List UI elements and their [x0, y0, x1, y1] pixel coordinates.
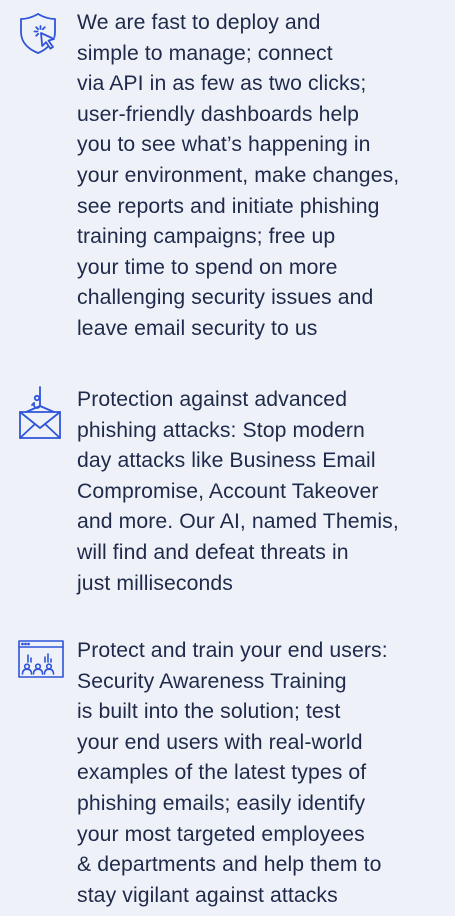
feature-line: stay vigilant against attacks [77, 883, 338, 907]
dashboard-users-icon [18, 640, 68, 684]
feature-line: simple to manage; connect [77, 41, 333, 65]
feature-line: Protection against advanced [77, 388, 348, 411]
feature-line: see reports and initiate phishing [77, 194, 380, 218]
feature-description: We are fast to deploy and simple to mana… [77, 8, 399, 345]
feature-line: your time to spend on more [77, 255, 338, 279]
feature-line: Compromise, Account Takeover [77, 479, 379, 503]
feature-line: and more. Our AI, named Themis, [77, 510, 399, 534]
feature-line: day attacks like Business Email [77, 449, 376, 473]
feature-description: Protect and train your end users: Securi… [77, 636, 388, 911]
feature-line: phishing attacks: Stop modern [77, 418, 365, 442]
feature-line: your environment, make changes, [77, 163, 400, 187]
feature-line: phishing emails; easily identify [77, 791, 366, 815]
feature-line: via API in as few as two clicks; [77, 72, 367, 96]
feature-line: training campaigns; free up [77, 225, 336, 249]
feature-line: will find and defeat threats in [77, 540, 349, 564]
feature-line: Protect and train your end users: [77, 639, 388, 662]
shield-click-icon [18, 12, 68, 56]
phishing-hook-envelope-icon [18, 386, 68, 439]
feature-line: is built into the solution; test [77, 700, 341, 724]
feature-line: your end users with real-world [77, 730, 363, 754]
feature-line: We are fast to deploy and [77, 11, 321, 34]
feature-line: challenging security issues and [77, 286, 374, 310]
feature-line: just milliseconds [77, 571, 233, 595]
feature-line: & departments and help them to [77, 853, 382, 877]
feature-line: your most targeted employees [77, 822, 365, 846]
feature-description: Protection against advanced phishing att… [77, 385, 399, 599]
feature-line: Security Awareness Training [77, 669, 347, 693]
feature-line: leave email security to us [77, 316, 318, 340]
feature-line: examples of the latest types of [77, 761, 367, 785]
feature-line: user-friendly dashboards help [77, 102, 360, 126]
feature-line: you to see what’s happening in [77, 133, 371, 157]
